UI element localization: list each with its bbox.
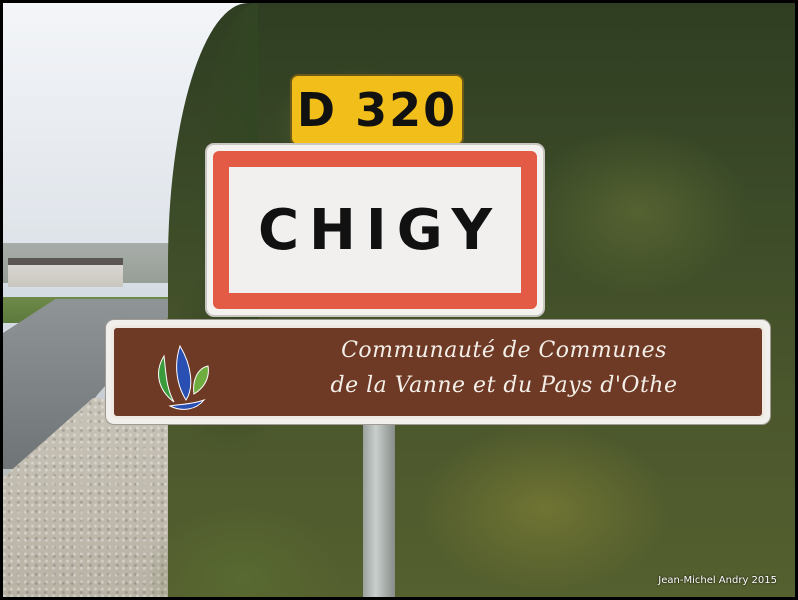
community-logo-icon [158, 344, 209, 410]
sign-pole [363, 421, 395, 597]
photograph: D 320 CHIGY Communauté de Communes de la… [3, 3, 795, 597]
road-number-plate: D 320 [290, 74, 464, 146]
town-sign-red-border: CHIGY [213, 151, 537, 309]
photo-frame: D 320 CHIGY Communauté de Communes de la… [0, 0, 798, 600]
tourism-sign-panel: Communauté de Communes de la Vanne et du… [111, 325, 765, 419]
tourism-sign-line2: de la Vanne et du Pays d'Othe [330, 373, 678, 398]
road-number-text: D 320 [296, 83, 458, 137]
weeds [143, 503, 343, 597]
town-name: CHIGY [257, 197, 503, 263]
photo-credit: Jean-Michel Andry 2015 [658, 575, 777, 586]
tourism-sign: Communauté de Communes de la Vanne et du… [105, 319, 771, 425]
town-entry-sign: CHIGY [205, 143, 545, 317]
houses [8, 265, 123, 287]
tourism-sign-line1: Communauté de Communes [341, 338, 667, 363]
